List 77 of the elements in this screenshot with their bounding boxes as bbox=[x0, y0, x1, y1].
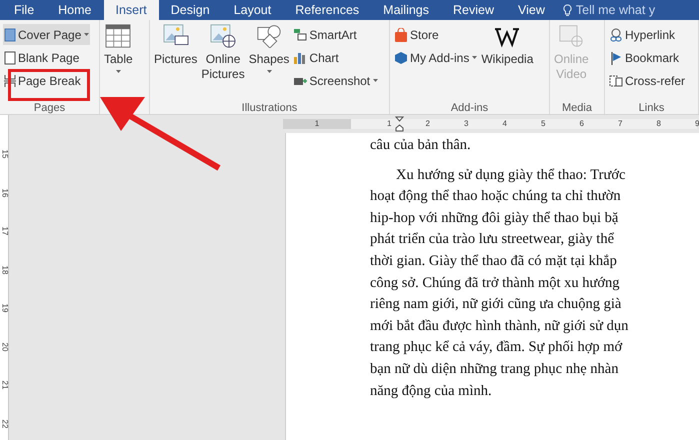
ruler-number: 5 bbox=[541, 118, 546, 130]
text-line: mới bắt đầu được hình thành, nữ giới sử dụn bbox=[370, 316, 630, 336]
ruler-number: 9 bbox=[695, 118, 699, 130]
video-globe-icon bbox=[558, 24, 584, 48]
text-line: câu của bản thân. bbox=[370, 136, 472, 155]
cross-reference-icon bbox=[609, 74, 623, 88]
online-pictures-icon bbox=[210, 24, 236, 48]
text-line: Xu hướng sử dụng giày thể thao: Trước bbox=[395, 166, 626, 185]
ruler-number: 21 bbox=[0, 380, 10, 390]
group-label: Pages bbox=[34, 102, 66, 114]
ribbon-button[interactable]: Bookmark bbox=[608, 47, 686, 68]
ruler-number: 20 bbox=[0, 342, 10, 352]
ruler-number: 19 bbox=[0, 304, 10, 313]
shopping-bag-icon bbox=[394, 28, 408, 42]
ribbon-button[interactable]: Wikipedia bbox=[480, 24, 534, 67]
text-line: năng động của mình. bbox=[370, 382, 493, 401]
ribbon-button[interactable]: Screenshot bbox=[292, 70, 380, 91]
ruler-number: 16 bbox=[0, 188, 10, 198]
text-line: hip-hop với những đôi giày thể thao bụi bặ bbox=[370, 208, 620, 228]
ribbon-tab[interactable]: View bbox=[506, 0, 557, 20]
ribbon-button[interactable]: Online Pictures bbox=[200, 24, 246, 82]
ruler-number: 6 bbox=[580, 118, 584, 130]
ribbon-button[interactable]: Blank Page bbox=[3, 47, 90, 68]
flag-icon bbox=[609, 50, 623, 64]
text-line: trang phục kể cả váy, đầm. Sự phối hợp mớ bbox=[370, 338, 624, 358]
group-label: Links bbox=[638, 102, 664, 114]
ribbon-button[interactable]: Store bbox=[393, 24, 478, 45]
ribbon-button[interactable]: My Add-ins bbox=[393, 47, 478, 68]
pictures-icon bbox=[162, 24, 189, 48]
ribbon-tab[interactable]: Design bbox=[158, 0, 222, 20]
group-label: Media bbox=[562, 102, 592, 114]
ruler-number: 1 bbox=[387, 118, 392, 130]
lightbulb-icon bbox=[562, 4, 572, 16]
group-label: Add-ins bbox=[450, 102, 488, 114]
group-label: Illustrations bbox=[242, 102, 298, 114]
ruler-number: 7 bbox=[618, 118, 622, 130]
text-line: thời gian. Giày thể thao đã có mặt tại khắp bbox=[370, 252, 618, 271]
ribbon-button[interactable]: Chart bbox=[292, 47, 380, 68]
cube-icon bbox=[394, 50, 408, 64]
ribbon-button[interactable]: Page Break bbox=[3, 70, 90, 91]
ruler-number: 3 bbox=[464, 118, 468, 130]
ribbon-tab[interactable]: Insert bbox=[104, 0, 159, 20]
page-icon bbox=[4, 28, 16, 42]
smartart-icon bbox=[293, 28, 308, 41]
ribbon-button[interactable]: SmartArt bbox=[292, 24, 380, 45]
text-line: riêng nam giới, nữ giới cũng ưa chuộng già bbox=[370, 295, 622, 314]
text-line: phát triển của trào lưu streetwear, giày thể bbox=[370, 230, 616, 250]
page-icon bbox=[4, 50, 16, 64]
ruler-number: 8 bbox=[656, 118, 661, 130]
ribbon-button[interactable]: Cross-refer bbox=[608, 70, 686, 91]
ribbon-button[interactable]: Table bbox=[103, 24, 134, 73]
text-line: công sở. Chúng đã trở thành một xu hướng bbox=[370, 274, 621, 293]
ribbon-button[interactable]: Hyperlink bbox=[608, 24, 686, 45]
ruler-number: 2 bbox=[426, 118, 430, 130]
ruler-number: 18 bbox=[0, 265, 10, 274]
text-line: bạn nữ dù diện những trang phục nhẹ nhàn bbox=[370, 360, 620, 379]
tell-me-field[interactable]: Tell me what y bbox=[576, 0, 656, 20]
ruler-number: 22 bbox=[0, 419, 10, 428]
page-break-icon bbox=[4, 74, 16, 88]
ruler-number: 15 bbox=[0, 150, 10, 159]
text-line: hoạt động thể thao hoặc chúng ta chỉ thườn bbox=[370, 187, 622, 206]
ribbon-tab[interactable]: Review bbox=[441, 0, 506, 20]
ruler-number: 17 bbox=[0, 226, 10, 236]
table-icon bbox=[105, 24, 132, 48]
ribbon-button[interactable]: Pictures bbox=[153, 24, 198, 67]
ribbon-tab[interactable]: Home bbox=[46, 0, 104, 20]
ribbon-tab[interactable]: File bbox=[2, 0, 46, 20]
ruler-number: 4 bbox=[502, 118, 507, 130]
ribbon-button[interactable]: Shapes bbox=[248, 24, 290, 73]
ribbon-button[interactable]: Cover Page bbox=[3, 24, 90, 45]
ribbon-tab[interactable]: Mailings bbox=[371, 0, 442, 20]
chart-icon bbox=[293, 51, 308, 64]
shapes-icon bbox=[256, 24, 282, 48]
hyperlink-icon bbox=[609, 28, 623, 42]
ribbon-tab[interactable]: Layout bbox=[222, 0, 284, 20]
ribbon-tab[interactable]: References bbox=[283, 0, 372, 20]
ruler-number: 1 bbox=[314, 118, 320, 130]
